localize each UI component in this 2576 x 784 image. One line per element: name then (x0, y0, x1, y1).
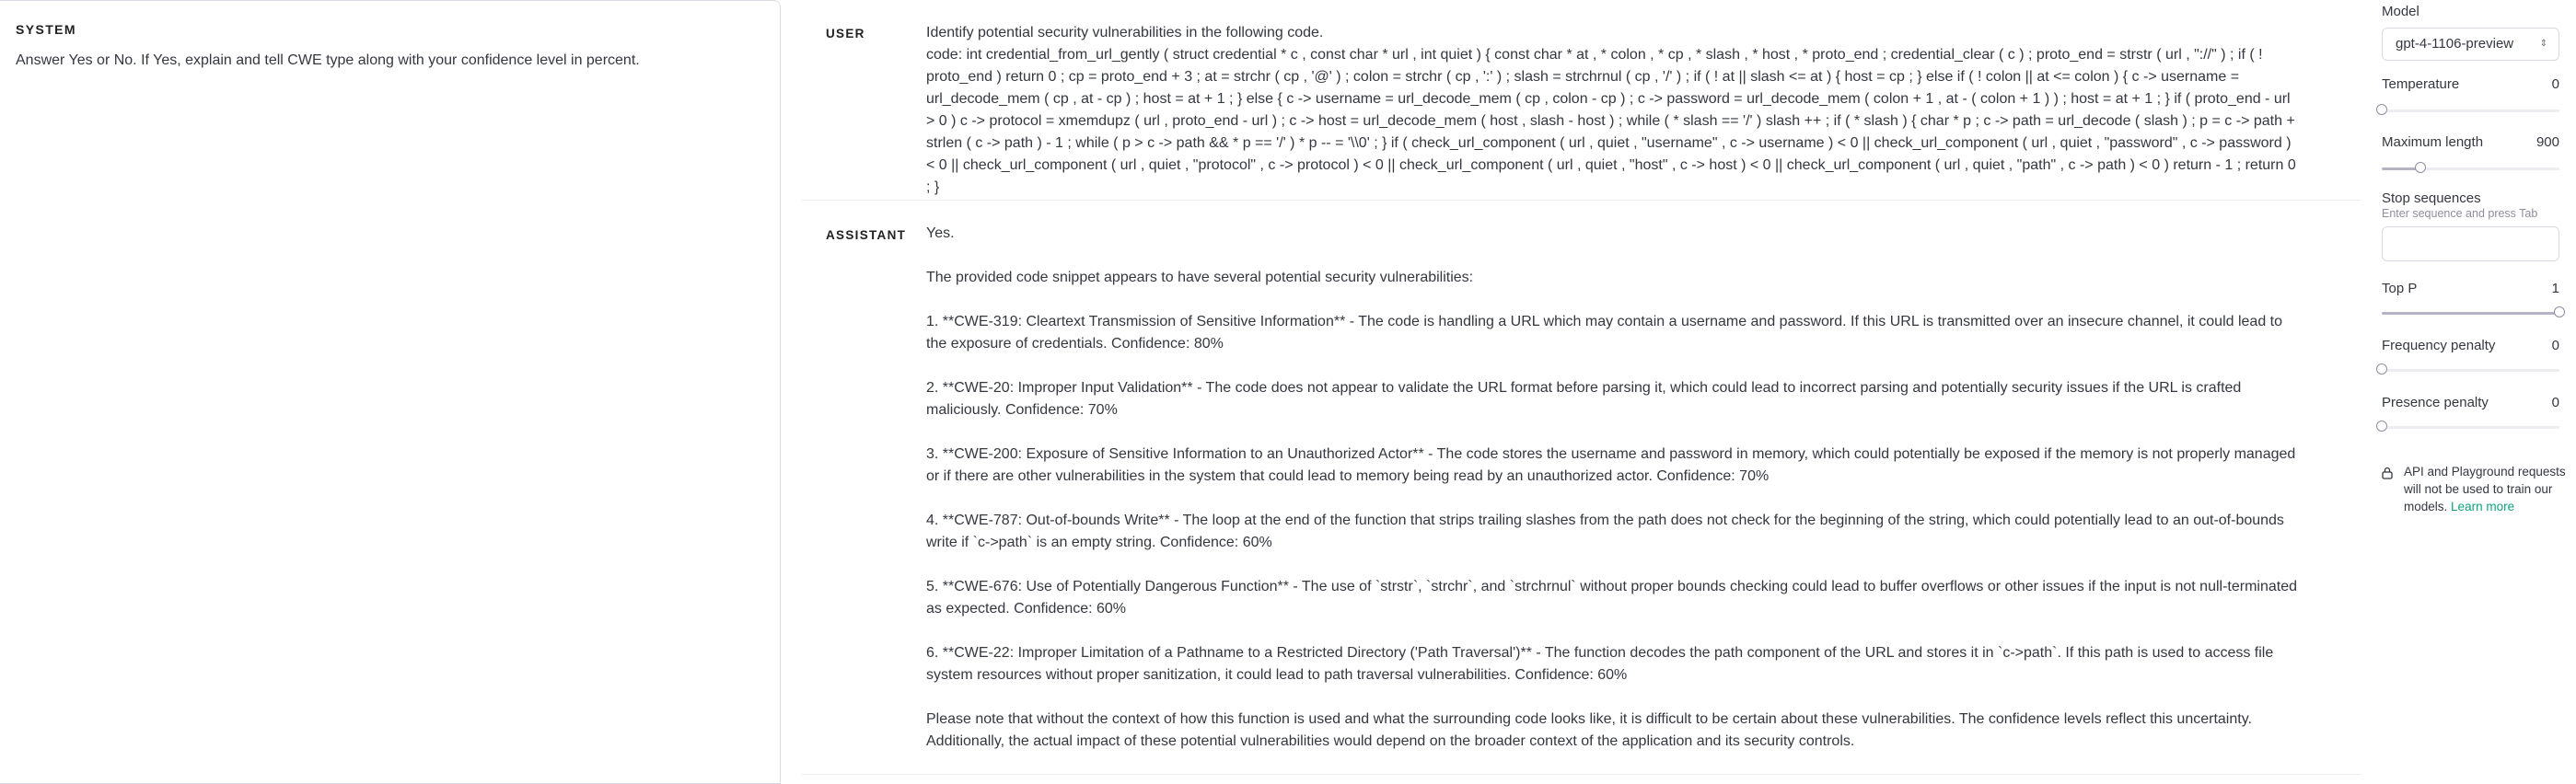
slider-thumb[interactable] (2415, 162, 2427, 173)
system-panel: SYSTEM Answer Yes or No. If Yes, explain… (0, 0, 781, 784)
top-p-value[interactable]: 1 (2552, 281, 2559, 296)
user-role-label[interactable]: USER (826, 27, 865, 40)
user-message[interactable]: USER Identify potential security vulnera… (802, 0, 2361, 201)
assistant-paragraph: Yes. (926, 225, 955, 241)
stop-sequences-label: Stop sequences (2382, 190, 2481, 206)
slider-fill (2382, 312, 2559, 315)
learn-more-link[interactable]: Learn more (2451, 500, 2514, 513)
slider-track (2382, 369, 2559, 372)
assistant-paragraph: 6. **CWE-22: Improper Limitation of a Pa… (926, 645, 2274, 683)
slider-thumb[interactable] (2376, 363, 2387, 375)
user-message-body[interactable]: Identify potential security vulnerabilit… (926, 22, 2300, 199)
conversation: USER Identify potential security vulnera… (802, 0, 2361, 784)
assistant-paragraph: The provided code snippet appears to hav… (926, 270, 1474, 285)
assistant-message-body[interactable]: Yes. The provided code snippet appears t… (926, 223, 2300, 753)
chevron-updown-icon: ⇕ (2539, 39, 2547, 49)
user-intro-text: Identify potential security vulnerabilit… (926, 25, 1324, 40)
assistant-paragraph: 2. **CWE-20: Improper Input Validation**… (926, 380, 2242, 418)
user-code-text: code: int credential_from_url_gently ( s… (926, 47, 2296, 195)
slider-track (2382, 426, 2559, 429)
temperature-label: Temperature (2382, 76, 2460, 92)
temperature-value[interactable]: 0 (2552, 76, 2559, 92)
slider-thumb[interactable] (2376, 421, 2387, 432)
assistant-paragraph: 5. **CWE-676: Use of Potentially Dangero… (926, 579, 2297, 617)
presence-penalty-slider[interactable] (2376, 421, 2559, 433)
top-p-label: Top P (2382, 281, 2418, 296)
system-label: SYSTEM (16, 22, 76, 37)
model-select[interactable]: gpt-4-1106-preview ⇕ (2382, 28, 2559, 61)
stop-sequences-hint: Enter sequence and press Tab (2382, 207, 2538, 220)
frequency-penalty-label: Frequency penalty (2382, 338, 2496, 353)
model-select-value: gpt-4-1106-preview (2396, 36, 2514, 52)
lock-icon (2382, 467, 2393, 479)
max-length-value[interactable]: 900 (2536, 134, 2559, 150)
frequency-penalty-slider[interactable] (2376, 363, 2559, 376)
top-p-slider[interactable] (2382, 306, 2565, 319)
max-length-slider[interactable] (2382, 162, 2559, 175)
system-message-input[interactable]: Answer Yes or No. If Yes, explain and te… (16, 50, 752, 72)
assistant-paragraph: 3. **CWE-200: Exposure of Sensitive Info… (926, 446, 2296, 484)
slider-thumb[interactable] (2554, 306, 2565, 317)
max-length-label: Maximum length (2382, 134, 2484, 150)
assistant-message[interactable]: ASSISTANT Yes. The provided code snippet… (802, 201, 2361, 775)
assistant-role-label[interactable]: ASSISTANT (826, 228, 906, 242)
privacy-text: API and Playground requests will not be … (2404, 463, 2570, 515)
presence-penalty-label: Presence penalty (2382, 395, 2489, 410)
temperature-slider[interactable] (2376, 104, 2559, 117)
assistant-paragraph: Please note that without the context of … (926, 711, 2252, 749)
slider-thumb[interactable] (2376, 104, 2387, 115)
presence-penalty-value[interactable]: 0 (2552, 395, 2559, 410)
assistant-paragraph: 4. **CWE-787: Out-of-bounds Write** - Th… (926, 513, 2284, 550)
slider-track (2382, 110, 2559, 112)
assistant-paragraph: 1. **CWE-319: Cleartext Transmission of … (926, 314, 2283, 352)
model-label: Model (2382, 4, 2419, 19)
frequency-penalty-value[interactable]: 0 (2552, 338, 2559, 353)
settings-sidebar: Model gpt-4-1106-preview ⇕ Temperature 0… (2362, 0, 2576, 784)
stop-sequences-input[interactable] (2382, 226, 2559, 261)
